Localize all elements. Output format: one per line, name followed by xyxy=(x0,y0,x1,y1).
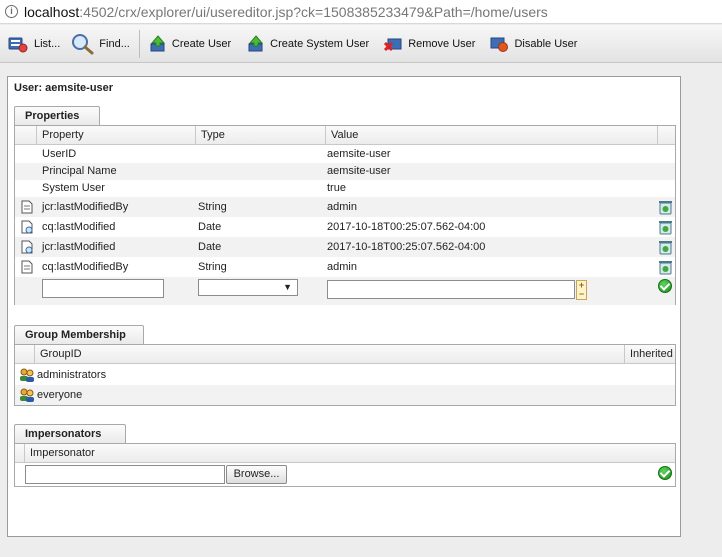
chevron-down-icon: ▼ xyxy=(283,282,292,292)
property-value: admin xyxy=(327,201,357,213)
multi-value-spinner[interactable]: + − xyxy=(576,280,587,300)
tab-group-membership-label: Group Membership xyxy=(25,329,126,341)
disable-user-label: Disable User xyxy=(514,37,578,50)
address-bar[interactable]: i localhost:4502/crx/explorer/ui/useredi… xyxy=(0,0,722,24)
toolbar-separator xyxy=(138,29,140,58)
column-impersonator[interactable]: Impersonator xyxy=(25,444,677,463)
remove-user-button[interactable]: Remove User xyxy=(378,29,480,59)
group-icon xyxy=(20,368,34,382)
create-system-user-label: Create System User xyxy=(270,37,370,50)
create-user-icon xyxy=(150,34,165,51)
info-icon[interactable]: i xyxy=(5,5,18,18)
disable-user-icon xyxy=(490,37,509,52)
document-icon xyxy=(21,200,33,214)
property-name: jcr:lastModifiedBy xyxy=(42,201,129,213)
property-type: Date xyxy=(198,241,222,253)
tab-impersonators-label: Impersonators xyxy=(25,428,102,440)
property-row-system-user[interactable]: System User true xyxy=(15,180,675,197)
find-label: Find... xyxy=(99,37,130,50)
create-user-label: Create User xyxy=(171,37,232,50)
property-row-jcr-lastmodifiedby[interactable]: jcr:lastModifiedBy String admin xyxy=(15,197,675,217)
new-property-row: ▼ + − xyxy=(15,277,675,305)
property-value: admin xyxy=(327,261,357,273)
groups-grid: GroupID Inherited administrators everyon… xyxy=(14,344,676,406)
add-impersonator-check-icon[interactable] xyxy=(658,466,672,480)
tab-impersonators[interactable]: Impersonators xyxy=(14,424,126,444)
tab-properties[interactable]: Properties xyxy=(14,106,100,126)
create-user-button[interactable]: Create User xyxy=(144,29,236,59)
delete-property-icon[interactable] xyxy=(658,199,673,215)
property-row-cq-lastmodifiedby[interactable]: cq:lastModifiedBy String admin xyxy=(15,257,675,277)
create-system-user-button[interactable]: Create System User xyxy=(242,29,374,59)
toolbar: List... Find... Create User Create Syste… xyxy=(0,25,722,63)
column-blank xyxy=(15,345,35,364)
minus-icon[interactable]: − xyxy=(577,290,586,299)
document-icon xyxy=(21,260,33,274)
list-button[interactable]: List... xyxy=(2,29,65,59)
date-document-icon xyxy=(21,220,33,234)
property-name: UserID xyxy=(42,148,77,160)
disable-user-button[interactable]: Disable User xyxy=(484,29,582,59)
column-property[interactable]: Property xyxy=(37,126,196,145)
property-name: Principal Name xyxy=(42,165,117,177)
list-users-icon xyxy=(8,37,28,52)
user-editor-panel: User: aemsite-user Properties Property T… xyxy=(7,76,681,537)
property-value: aemsite-user xyxy=(327,165,391,177)
delete-property-icon[interactable] xyxy=(658,259,673,275)
property-row-userid[interactable]: UserID aemsite-user xyxy=(15,146,675,163)
property-row-jcr-lastmodified[interactable]: jcr:lastModified Date 2017-10-18T00:25:0… xyxy=(15,237,675,257)
group-row-everyone[interactable]: everyone xyxy=(15,385,675,405)
group-name: administrators xyxy=(37,369,107,381)
property-name: System User xyxy=(42,182,105,194)
property-value: aemsite-user xyxy=(327,148,391,160)
remove-user-label: Remove User xyxy=(408,37,476,50)
delete-property-icon[interactable] xyxy=(658,219,673,235)
column-value[interactable]: Value xyxy=(326,126,658,145)
delete-property-icon[interactable] xyxy=(658,239,673,255)
find-button[interactable]: Find... xyxy=(65,29,135,59)
properties-grid-header: Property Type Value xyxy=(15,126,675,145)
property-name: cq:lastModified xyxy=(42,221,116,233)
property-value: 2017-10-18T00:25:07.562-04:00 xyxy=(327,221,486,233)
add-property-check-icon[interactable] xyxy=(658,279,672,293)
property-value: true xyxy=(327,182,346,194)
column-blank xyxy=(15,126,37,145)
group-name: everyone xyxy=(37,389,83,401)
impersonators-grid-header: Impersonator xyxy=(15,444,675,463)
remove-user-icon xyxy=(384,38,402,51)
tab-properties-label: Properties xyxy=(25,110,80,122)
property-type: Date xyxy=(198,221,222,233)
tab-group-membership[interactable]: Group Membership xyxy=(14,325,144,345)
property-name: cq:lastModifiedBy xyxy=(42,261,129,273)
new-property-value-input[interactable] xyxy=(327,280,575,299)
property-row-principal-name[interactable]: Principal Name aemsite-user xyxy=(15,163,675,180)
impersonator-input[interactable] xyxy=(25,465,225,484)
properties-grid: Property Type Value UserID aemsite-user … xyxy=(14,125,676,305)
property-value: 2017-10-18T00:25:07.562-04:00 xyxy=(327,241,486,253)
column-type[interactable]: Type xyxy=(196,126,326,145)
property-type: String xyxy=(198,261,227,273)
new-property-type-select[interactable]: ▼ xyxy=(198,279,298,296)
impersonators-grid: Impersonator Browse... xyxy=(14,443,676,487)
url-path: :4502/crx/explorer/ui/usereditor.jsp?ck=… xyxy=(79,3,548,20)
panel-title: User: aemsite-user xyxy=(14,82,114,94)
groups-grid-header: GroupID Inherited xyxy=(15,345,675,364)
property-row-cq-lastmodified[interactable]: cq:lastModified Date 2017-10-18T00:25:07… xyxy=(15,217,675,237)
new-property-name-input[interactable] xyxy=(42,279,164,298)
property-type: String xyxy=(198,201,227,213)
group-icon xyxy=(20,388,34,402)
create-system-user-icon xyxy=(248,34,264,51)
url-host: localhost xyxy=(24,3,80,20)
window-edge xyxy=(707,63,722,557)
column-groupid[interactable]: GroupID xyxy=(35,345,625,364)
property-name: jcr:lastModified xyxy=(42,241,116,253)
browse-button[interactable]: Browse... xyxy=(226,465,287,484)
date-document-icon xyxy=(21,240,33,254)
column-inherited[interactable]: Inherited xyxy=(625,345,677,364)
magnifier-icon xyxy=(72,33,94,54)
list-label: List... xyxy=(34,37,61,50)
group-row-administrators[interactable]: administrators xyxy=(15,365,675,385)
column-blank xyxy=(15,444,25,463)
